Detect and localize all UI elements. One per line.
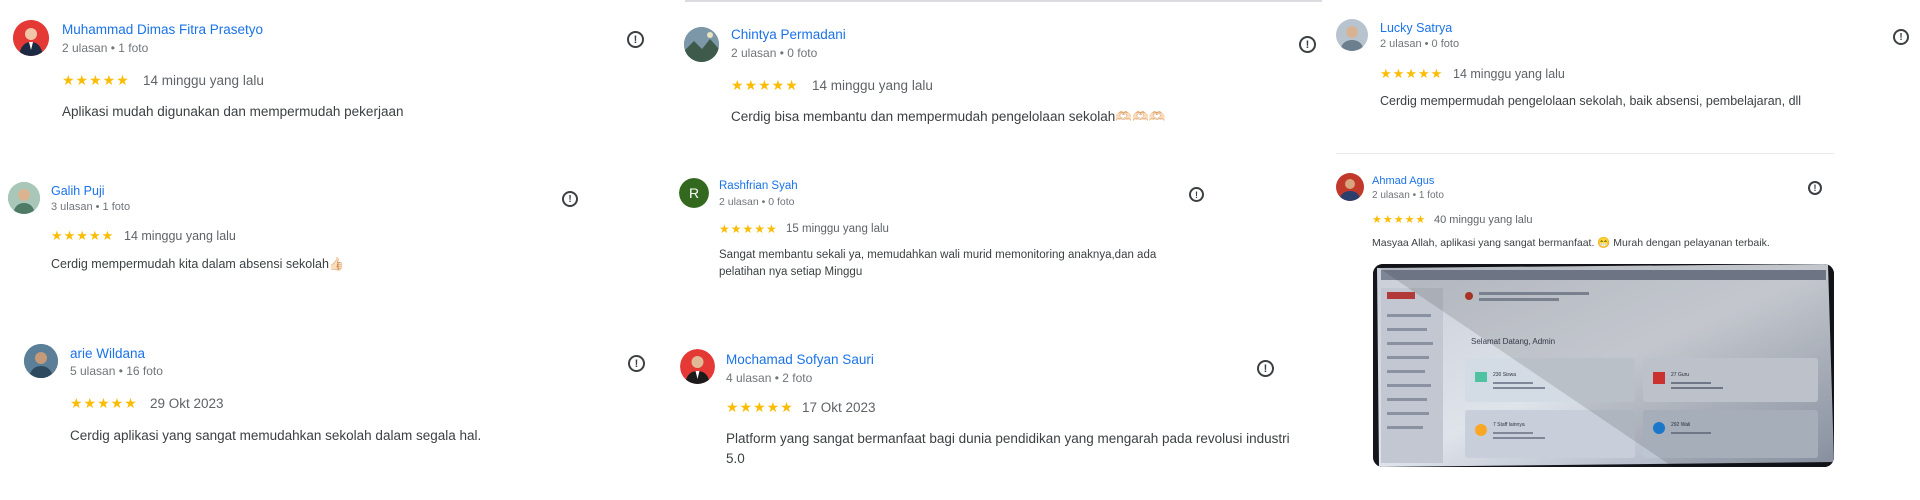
avatar[interactable]: R (679, 178, 709, 208)
star-rating: ★★★★★ (70, 395, 138, 411)
svg-text:230 Siswa: 230 Siswa (1493, 372, 1516, 378)
review-text: Sangat membantu sekali ya, memudahkan wa… (719, 249, 1157, 278)
review-text: Cerdig aplikasi yang sangat memudahkan s… (70, 428, 482, 443)
review-text: Cerdig mempermudah kita dalam absensi se… (51, 257, 345, 271)
report-icon[interactable]: ! (1257, 360, 1274, 377)
reviewer-meta: 2 ulasan • 1 foto (1372, 190, 1444, 201)
reviewer-meta: 3 ulasan • 1 foto (51, 201, 131, 213)
dashboard-screen-photo: Selamat Datang, Admin 230 Siswa 27 Guru … (1373, 264, 1834, 467)
review-date: 29 Okt 2023 (150, 396, 224, 411)
report-icon[interactable]: ! (562, 191, 578, 207)
svg-text:7 Staff lainnya: 7 Staff lainnya (1493, 422, 1525, 428)
review-date: 40 minggu yang lalu (1434, 214, 1533, 226)
report-icon[interactable]: ! (627, 31, 644, 48)
reviewer-name[interactable]: Ahmad Agus (1372, 175, 1434, 187)
reviewer-meta: 2 ulasan • 1 foto (62, 41, 149, 55)
review-date: 15 minggu yang lalu (786, 223, 889, 235)
star-rating: ★★★★★ (1372, 214, 1427, 226)
reviewer-meta: 2 ulasan • 0 foto (1380, 38, 1460, 50)
star-rating: ★★★★★ (731, 77, 799, 93)
reviewer-meta: 2 ulasan • 0 foto (731, 46, 818, 60)
reviewer-meta: 4 ulasan • 2 foto (726, 371, 813, 385)
star-rating: ★★★★★ (719, 222, 778, 236)
review-photo[interactable]: Selamat Datang, Admin 230 Siswa 27 Guru … (1373, 264, 1834, 467)
star-rating: ★★★★★ (51, 228, 115, 243)
avatar[interactable] (24, 344, 58, 378)
reviewer-meta: 5 ulasan • 16 foto (70, 364, 163, 378)
report-icon[interactable]: ! (628, 355, 645, 372)
review-date: 14 minggu yang lalu (124, 229, 236, 243)
avatar[interactable] (1336, 19, 1368, 51)
reviewer-name[interactable]: Mochamad Sofyan Sauri (726, 352, 874, 367)
review-text: Cerdig mempermudah pengelolaan sekolah, … (1380, 94, 1802, 108)
report-icon[interactable]: ! (1808, 181, 1822, 195)
review-date: 14 minggu yang lalu (1453, 67, 1565, 81)
avatar[interactable] (684, 27, 719, 62)
avatar[interactable] (680, 349, 715, 384)
reviewer-name[interactable]: Galih Puji (51, 184, 105, 198)
reviewer-name[interactable]: Rashfrian Syah (719, 180, 798, 192)
review-text: Platform yang sangat bermanfaat bagi dun… (726, 431, 1290, 466)
review-divider (1336, 153, 1834, 154)
reviewer-name[interactable]: Lucky Satrya (1380, 21, 1452, 35)
star-rating: ★★★★★ (62, 72, 130, 88)
report-icon[interactable]: ! (1299, 36, 1316, 53)
star-rating: ★★★★★ (726, 399, 794, 415)
report-icon[interactable]: ! (1893, 29, 1909, 45)
top-divider (685, 0, 1322, 2)
review-text: Masyaa Allah, aplikasi yang sangat berma… (1372, 237, 1770, 249)
report-icon[interactable]: ! (1189, 187, 1204, 202)
review-date: 14 minggu yang lalu (143, 73, 264, 88)
review-date: 17 Okt 2023 (802, 400, 876, 415)
avatar[interactable] (1336, 173, 1364, 201)
reviewer-name[interactable]: Muhammad Dimas Fitra Prasetyo (62, 22, 263, 37)
review-text: Aplikasi mudah digunakan dan mempermudah… (62, 104, 404, 119)
reviewer-meta: 2 ulasan • 0 foto (719, 196, 795, 208)
review-date: 14 minggu yang lalu (812, 78, 933, 93)
avatar[interactable] (13, 20, 49, 56)
review-text: Cerdig bisa membantu dan mempermudah pen… (731, 109, 1166, 124)
avatar[interactable] (8, 182, 40, 214)
reviewer-name[interactable]: Chintya Permadani (731, 27, 846, 42)
reviewer-name[interactable]: arie Wildana (70, 346, 145, 361)
svg-text:R: R (689, 185, 699, 201)
star-rating: ★★★★★ (1380, 66, 1444, 81)
